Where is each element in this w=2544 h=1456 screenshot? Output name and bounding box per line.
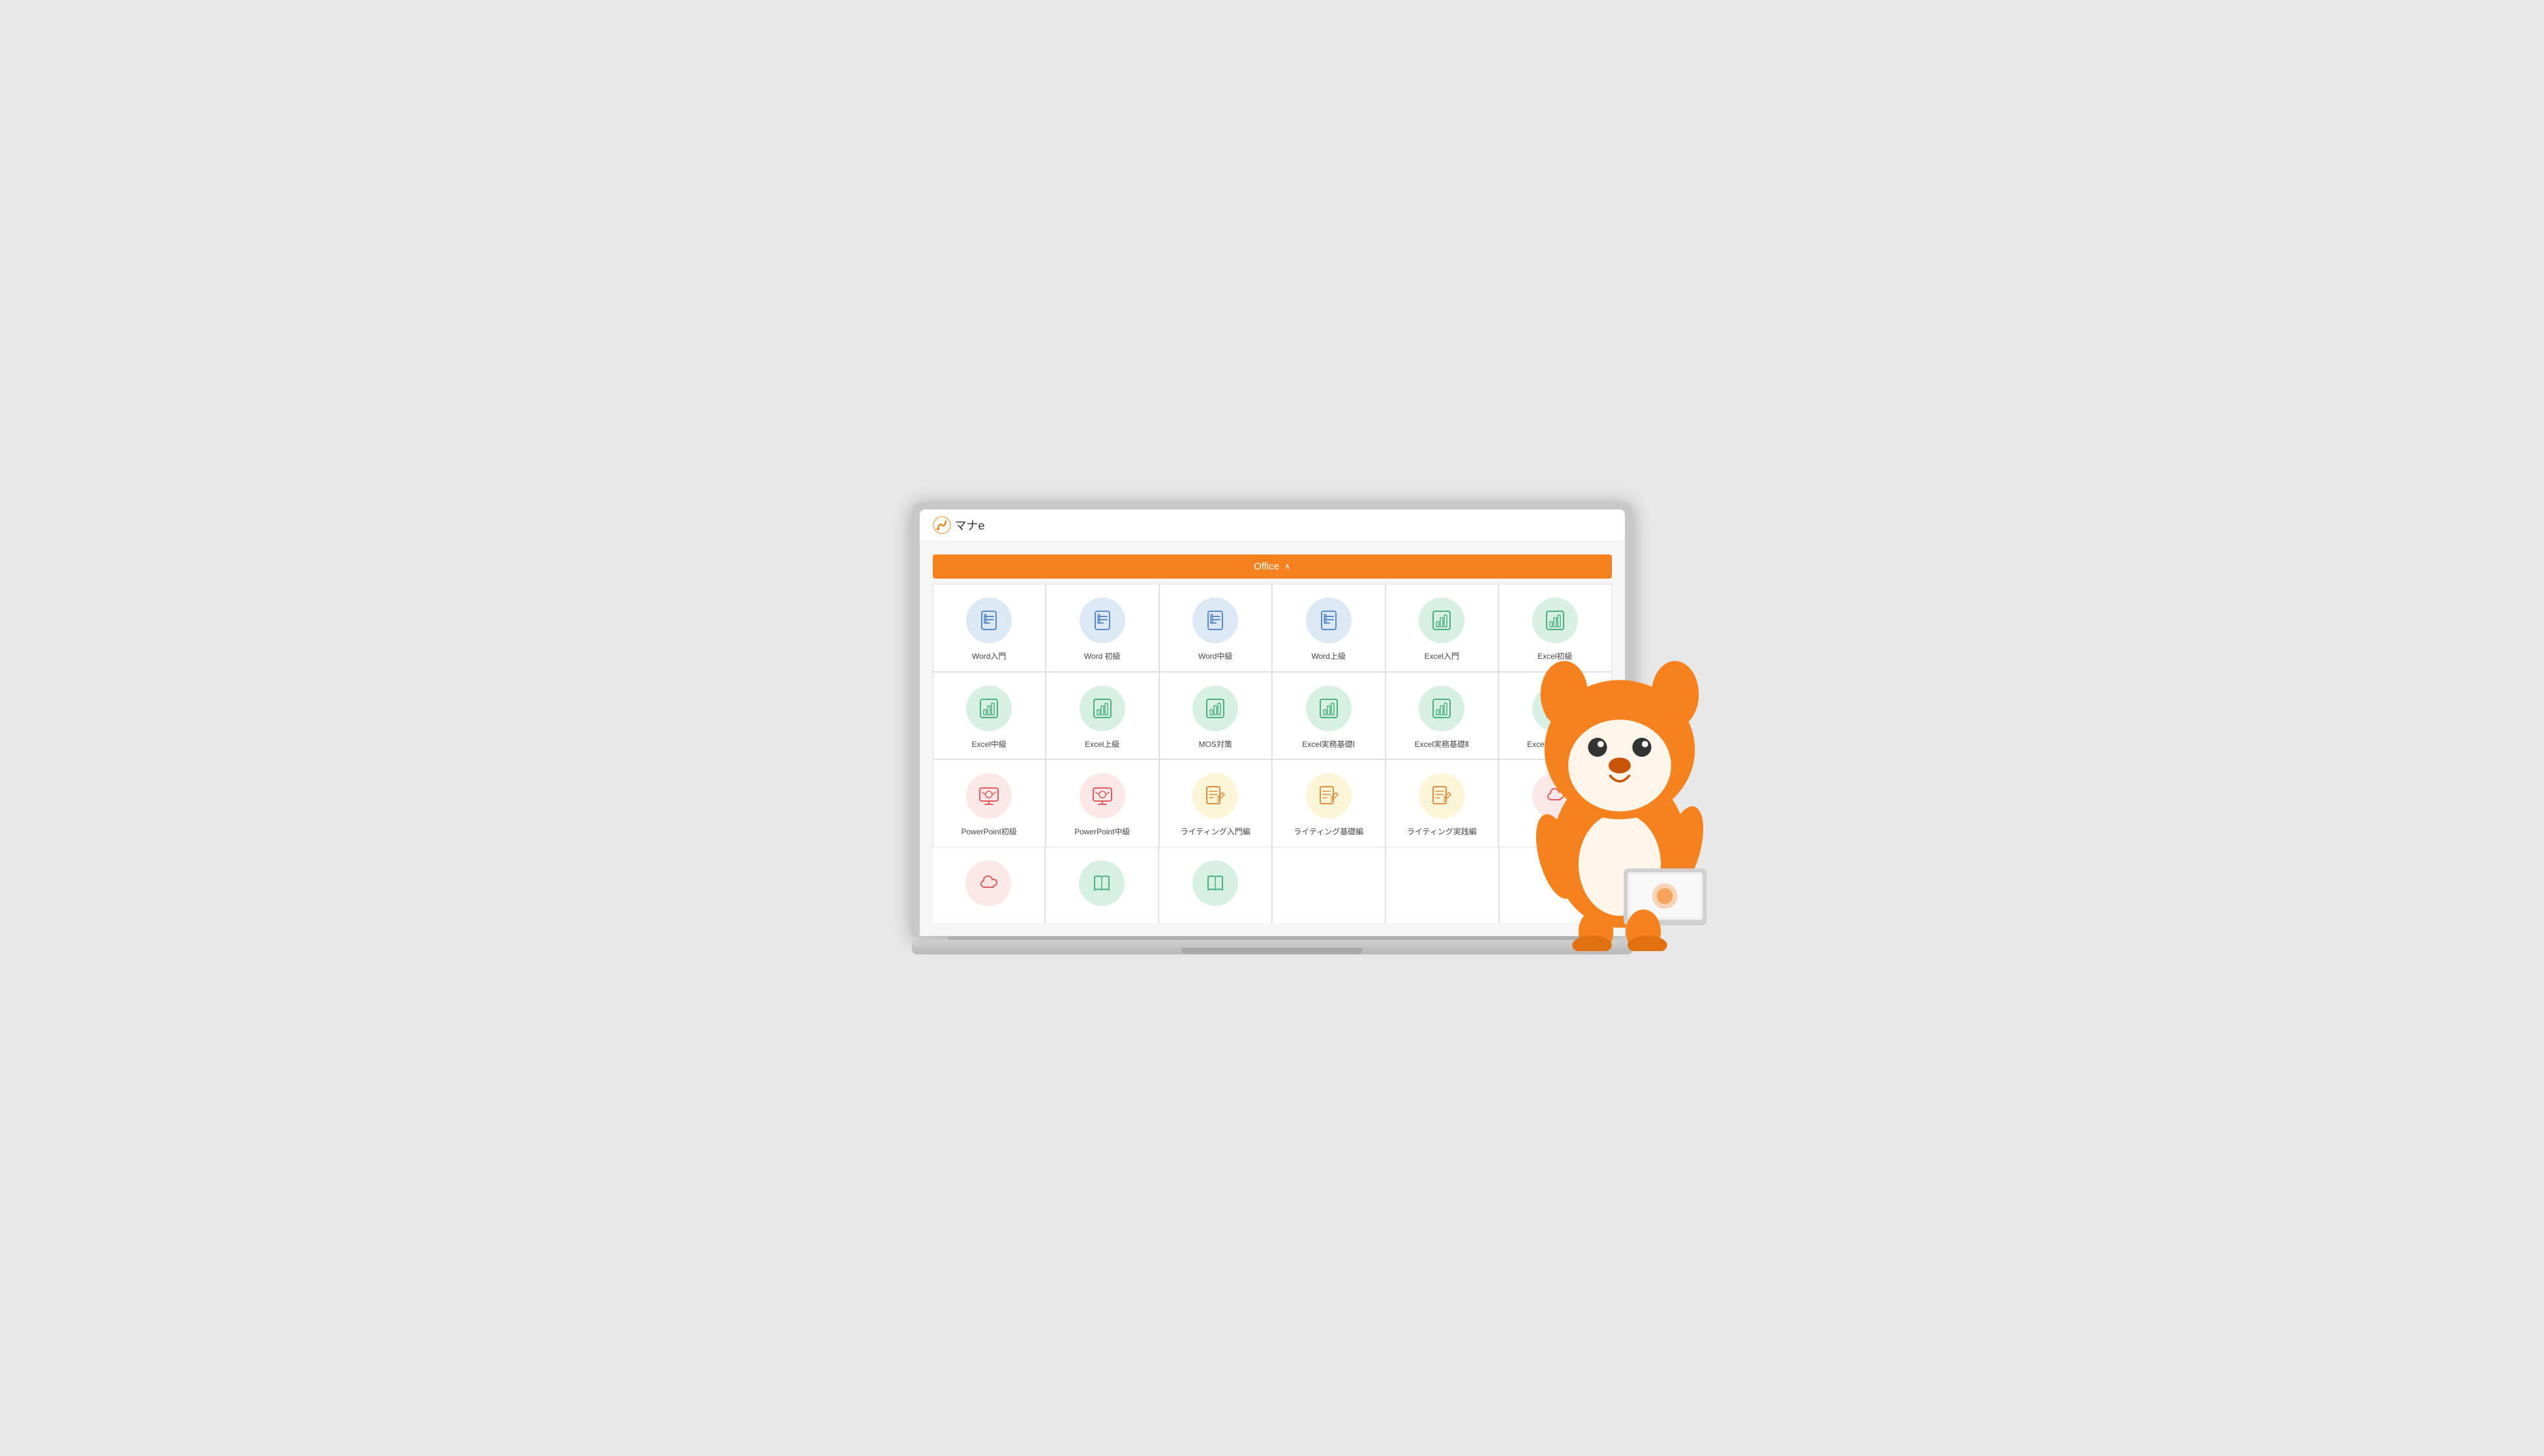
chart-bar-icon-circle	[1532, 686, 1578, 731]
course-cell[interactable]: Word中級	[1160, 584, 1272, 671]
presentation-icon-circle	[1080, 773, 1125, 819]
course-label: MOS対策	[1199, 739, 1232, 750]
course-cell-partial	[1500, 847, 1612, 923]
course-label: PowerPoint中級	[1074, 827, 1130, 838]
course-cell[interactable]: PowerPoint初級	[933, 760, 1046, 847]
course-cell[interactable]: Excel初級	[1499, 584, 1611, 671]
course-cell[interactable]: MOS対策	[1160, 673, 1272, 759]
writing-icon-circle	[1192, 773, 1238, 819]
course-cell-partial[interactable]	[1046, 847, 1158, 923]
course-cell[interactable]: Word 初級	[1046, 584, 1158, 671]
chart-bar-icon-circle	[1419, 686, 1464, 731]
course-label: Excel入門	[1425, 651, 1459, 662]
course-label: Excel上級	[1085, 739, 1119, 750]
course-label: ライティング基礎編	[1294, 827, 1363, 838]
scene: マナe Office ∧ Wor	[848, 502, 1696, 954]
course-label: PowerPoint初級	[962, 827, 1017, 838]
document-list-icon-circle	[966, 598, 1012, 643]
course-label: Word中級	[1198, 651, 1232, 662]
course-cell-partial	[1386, 847, 1498, 923]
course-label: ライティング入門編	[1181, 827, 1250, 838]
chart-bar-icon-circle	[1419, 598, 1464, 643]
chevron-icon: ∧	[1284, 562, 1290, 571]
section-header[interactable]: Office ∧	[933, 554, 1612, 579]
logo-text: マナe	[955, 517, 985, 534]
course-label: Excel実務基礎Ⅲ	[1527, 739, 1583, 750]
course-label: Word上級	[1312, 651, 1346, 662]
chart-bar-icon-circle	[1080, 686, 1125, 731]
course-label: Word入門	[972, 651, 1006, 662]
laptop: マナe Office ∧ Wor	[912, 502, 1633, 954]
course-cell[interactable]: Excel実務基礎Ⅱ	[1386, 673, 1498, 759]
course-cell[interactable]: ライティング基礎編	[1273, 760, 1385, 847]
document-list-icon-circle	[1080, 598, 1125, 643]
course-grid: Word入門 Word 初級 Word中級 Word上級	[933, 584, 1612, 847]
course-cell-partial[interactable]	[933, 847, 1045, 923]
writing-icon-circle	[1419, 773, 1464, 819]
course-cell[interactable]: ライティング入門編	[1160, 760, 1272, 847]
course-cell[interactable]: Excel中級	[933, 673, 1046, 759]
cloud-icon-circle	[1532, 773, 1578, 819]
course-cell[interactable]: Office 365	[1499, 760, 1611, 847]
app-header: マナe	[920, 509, 1625, 541]
course-label: Excel中級	[972, 739, 1007, 750]
logo-icon	[933, 516, 951, 534]
laptop-screen-inner: マナe Office ∧ Wor	[920, 509, 1625, 936]
app-content: Office ∧ Word入門 Word 初級	[920, 541, 1625, 936]
course-label: Word 初級	[1084, 651, 1121, 662]
course-cell[interactable]: Excel上級	[1046, 673, 1158, 759]
document-list-icon-circle	[1192, 598, 1238, 643]
book-open-icon-circle	[1192, 860, 1238, 906]
book-open-icon-circle	[1079, 860, 1125, 906]
course-cell-partial[interactable]	[1159, 847, 1271, 923]
course-cell[interactable]: Excel入門	[1386, 584, 1498, 671]
laptop-screen-outer: マナe Office ∧ Wor	[912, 502, 1633, 936]
course-cell-partial	[1273, 847, 1385, 923]
chart-bar-icon-circle	[1532, 598, 1578, 643]
logo-area: マナe	[933, 516, 985, 534]
course-cell[interactable]: Excel実務基礎Ⅲ	[1499, 673, 1611, 759]
partial-row	[933, 847, 1612, 923]
course-label: ライティング実践編	[1407, 827, 1477, 838]
course-label: Excel実務基礎Ⅰ	[1302, 739, 1355, 750]
course-label: Office 365	[1537, 827, 1573, 838]
cloud-icon-circle	[965, 860, 1011, 906]
course-label: Excel初級	[1537, 651, 1572, 662]
course-label: Excel実務基礎Ⅱ	[1415, 739, 1469, 750]
writing-icon-circle	[1306, 773, 1352, 819]
course-cell[interactable]: Excel実務基礎Ⅰ	[1273, 673, 1385, 759]
section-title: Office	[1254, 561, 1279, 572]
chart-bar-icon-circle	[1306, 686, 1352, 731]
course-cell[interactable]: ライティング実践編	[1386, 760, 1498, 847]
chart-bar-icon-circle	[1192, 686, 1238, 731]
course-cell[interactable]: PowerPoint中級	[1046, 760, 1158, 847]
course-cell[interactable]: Word上級	[1273, 584, 1385, 671]
course-cell[interactable]: Word入門	[933, 584, 1046, 671]
laptop-base	[912, 940, 1633, 954]
presentation-icon-circle	[966, 773, 1012, 819]
chart-bar-icon-circle	[966, 686, 1012, 731]
document-list-icon-circle	[1306, 598, 1352, 643]
